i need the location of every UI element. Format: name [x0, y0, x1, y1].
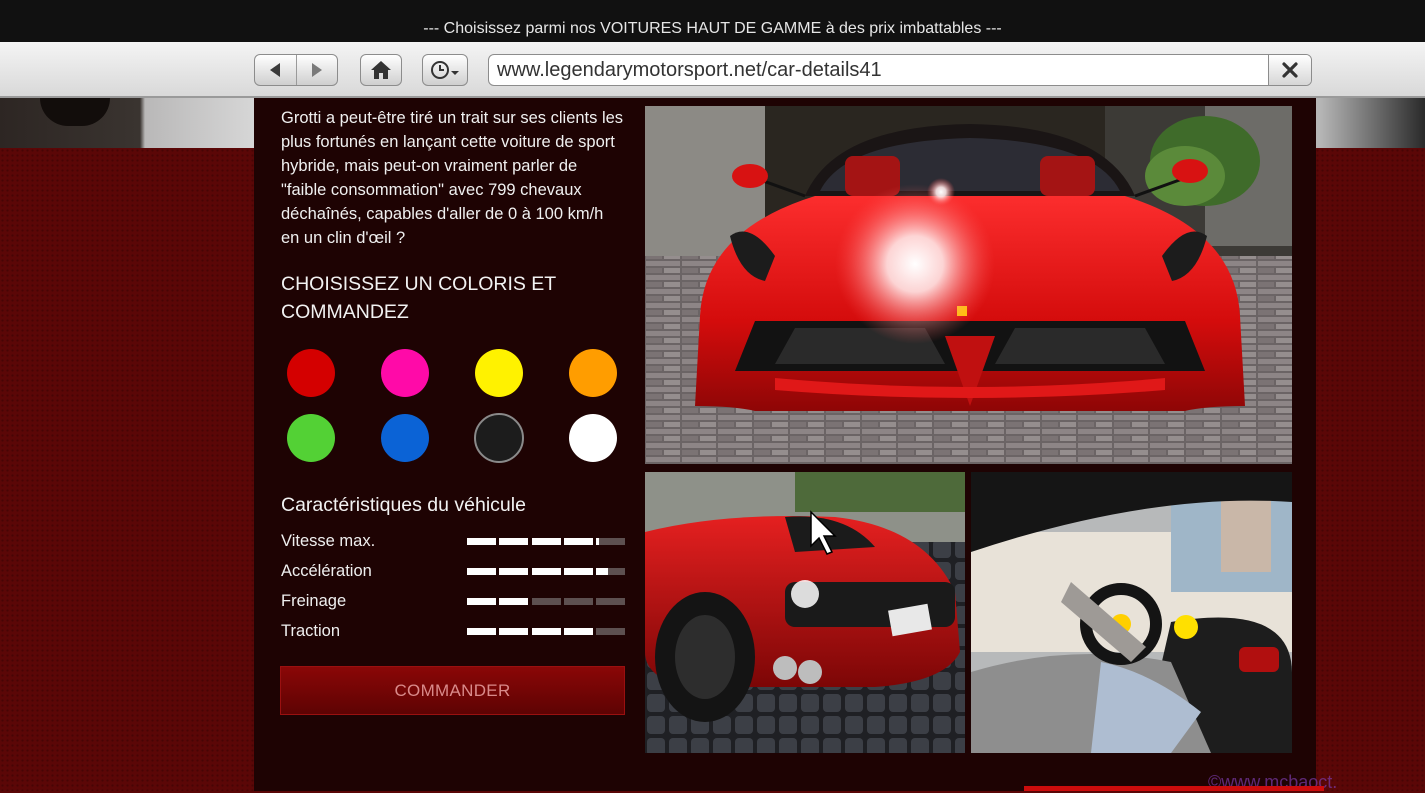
- spec-bar-segment: [563, 598, 593, 605]
- address-bar[interactable]: www.legendarymotorsport.net/car-details4…: [488, 54, 1312, 86]
- spec-row-traction: Traction: [281, 622, 626, 642]
- spec-bar-fill: [467, 628, 496, 635]
- home-button[interactable]: [360, 54, 402, 86]
- spec-bar-segment: [499, 538, 529, 545]
- spec-bar-fill: [596, 568, 608, 575]
- spec-label: Traction: [281, 622, 340, 640]
- spec-bar-fill: [531, 538, 561, 545]
- spec-bar-segment: [563, 568, 593, 575]
- back-button[interactable]: [255, 55, 296, 85]
- window-title-bar: --- Choisissez parmi nos VOITURES HAUT D…: [0, 0, 1425, 42]
- spec-bar-segment: [531, 598, 561, 605]
- vehicle-description: Grotti a peut-être tiré un trait sur ses…: [281, 109, 624, 247]
- spec-bar-fill: [499, 598, 529, 605]
- spec-bar-segment: [531, 568, 561, 575]
- forward-button[interactable]: [295, 55, 338, 85]
- spec-bar: [467, 568, 625, 575]
- spec-bar-segment: [499, 598, 529, 605]
- spec-bar-segment: [596, 598, 625, 605]
- forward-arrow-icon: [311, 63, 322, 77]
- spec-bar-segment: [596, 538, 625, 545]
- order-button[interactable]: COMMANDER: [280, 666, 625, 715]
- spec-label: Freinage: [281, 592, 347, 610]
- close-button[interactable]: [1268, 55, 1311, 85]
- spec-row-braking: Freinage: [281, 592, 626, 612]
- spec-bar-fill: [531, 628, 561, 635]
- spec-bar-segment: [596, 628, 625, 635]
- spec-bar-segment: [563, 628, 593, 635]
- spec-label: Vitesse max.: [281, 532, 376, 550]
- spec-bar-segment: [467, 598, 496, 605]
- spec-bar-fill: [467, 538, 496, 545]
- spec-bar-fill: [563, 568, 593, 575]
- spec-bar-fill: [467, 598, 496, 605]
- spec-bar-segment: [531, 538, 561, 545]
- color-swatch-blue[interactable]: [381, 414, 429, 462]
- spec-bar-fill: [531, 568, 561, 575]
- spec-bar-fill: [499, 628, 529, 635]
- color-swatch-white[interactable]: [569, 414, 617, 462]
- close-icon: [1282, 62, 1298, 78]
- color-swatch-red[interactable]: [287, 349, 335, 397]
- spec-bar-segment: [467, 628, 496, 635]
- spec-label: Accélération: [281, 562, 372, 580]
- spec-bar-fill: [596, 538, 599, 545]
- color-swatch-orange[interactable]: [569, 349, 617, 397]
- home-icon: [371, 61, 391, 79]
- spec-bar-segment: [467, 538, 496, 545]
- spec-bar: [467, 628, 625, 635]
- spec-bar-segment: [499, 628, 529, 635]
- clock-icon: [431, 61, 459, 79]
- url-text[interactable]: www.legendarymotorsport.net/car-details4…: [489, 59, 1268, 82]
- browser-toolbar: www.legendarymotorsport.net/car-details4…: [0, 42, 1425, 98]
- spec-bar-fill: [499, 538, 529, 545]
- color-swatch-green[interactable]: [287, 414, 335, 462]
- spec-bar: [467, 538, 625, 545]
- spec-bar-segment: [596, 568, 625, 575]
- nav-button-group: [254, 54, 338, 86]
- color-section-title: CHOISISSEZ UN COLORIS ET COMMANDEZ: [281, 273, 556, 323]
- back-arrow-icon: [270, 63, 281, 77]
- bottom-red-strip: [1024, 786, 1324, 791]
- color-swatch-pink[interactable]: [381, 349, 429, 397]
- spec-bar-fill: [563, 538, 593, 545]
- vehicle-photo-front[interactable]: [645, 106, 1292, 464]
- specs-title: Caractéristiques du véhicule: [281, 494, 526, 516]
- spec-bar-fill: [563, 628, 593, 635]
- vehicle-photo-interior[interactable]: [971, 472, 1292, 753]
- spec-row-top-speed: Vitesse max.: [281, 532, 626, 552]
- spec-bar-fill: [467, 568, 496, 575]
- color-swatch-yellow[interactable]: [475, 349, 523, 397]
- spec-bar-segment: [499, 568, 529, 575]
- spec-bar-segment: [563, 538, 593, 545]
- spec-bar-segment: [531, 628, 561, 635]
- vehicle-photo-rear[interactable]: [645, 472, 965, 753]
- window-title: --- Choisissez parmi nos VOITURES HAUT D…: [423, 20, 1002, 37]
- spec-bar: [467, 598, 625, 605]
- spec-row-acceleration: Accélération: [281, 562, 626, 582]
- history-button[interactable]: [422, 54, 468, 86]
- spec-bar-segment: [467, 568, 496, 575]
- color-swatch-black[interactable]: [474, 413, 524, 463]
- spec-bar-fill: [499, 568, 529, 575]
